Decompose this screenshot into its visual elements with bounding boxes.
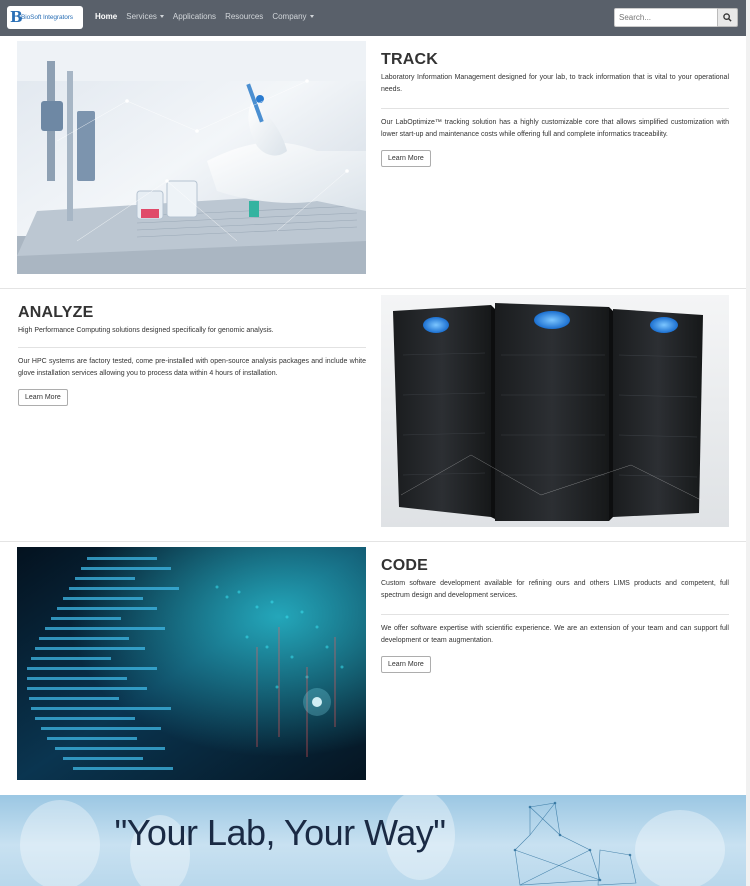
- lab-pipette-photo: [17, 41, 366, 274]
- nav-item-company[interactable]: Company: [272, 12, 314, 21]
- brand-logo[interactable]: B BioSoft Integrators: [7, 6, 83, 29]
- search-input[interactable]: [614, 8, 718, 27]
- brand-name: BioSoft Integrators: [21, 14, 73, 21]
- code-world-map-photo: [17, 547, 366, 780]
- nav-item-services[interactable]: Services: [126, 12, 164, 21]
- nav-item-label: Resources: [225, 12, 264, 21]
- caret-down-icon: [309, 15, 314, 18]
- section-body: Our LabOptimize™ tracking solution has a…: [381, 119, 729, 138]
- hpc-servers-photo: [381, 295, 729, 527]
- section-lead: Laboratory Information Management design…: [381, 74, 729, 93]
- analyze-section: ANALYZE High Performance Computing solut…: [18, 304, 366, 406]
- section-body: Our HPC systems are factory tested, come…: [18, 358, 366, 377]
- code-section: CODE Custom software development availab…: [381, 557, 729, 673]
- section-separator: [0, 288, 746, 289]
- nav-item-home[interactable]: Home: [95, 12, 117, 21]
- nav-item-label: Company: [272, 12, 307, 21]
- biosoft-logo-icon: B: [10, 8, 23, 26]
- learn-more-button[interactable]: Learn More: [18, 389, 68, 406]
- top-navbar: B BioSoft Integrators Home Services Appl…: [0, 0, 746, 36]
- main-nav: Home Services Applications Resources Com…: [95, 12, 323, 21]
- nav-item-applications[interactable]: Applications: [173, 12, 216, 21]
- nav-item-label: Applications: [172, 12, 217, 21]
- section-divider: [381, 108, 729, 109]
- section-divider: [18, 347, 366, 348]
- section-lead: High Performance Computing solutions des…: [18, 327, 274, 334]
- learn-more-button[interactable]: Learn More: [381, 656, 431, 673]
- section-title: TRACK: [381, 51, 438, 68]
- learn-more-button[interactable]: Learn More: [381, 150, 431, 167]
- section-separator: [0, 541, 746, 542]
- search-icon: [723, 13, 732, 22]
- nav-item-label: Services: [126, 12, 157, 21]
- section-title: ANALYZE: [18, 304, 94, 321]
- nav-item-resources[interactable]: Resources: [225, 12, 263, 21]
- section-lead: Custom software development available fo…: [381, 580, 729, 599]
- track-section: TRACK Laboratory Information Management …: [381, 51, 729, 167]
- page-scroll-edge: [746, 0, 750, 886]
- hero-banner: "Your Lab, Your Way": [0, 795, 746, 886]
- nav-item-label: Home: [95, 12, 118, 21]
- banner-quote: "Your Lab, Your Way": [114, 812, 446, 853]
- section-divider: [381, 614, 729, 615]
- caret-down-icon: [159, 15, 164, 18]
- section-body: We offer software expertise with scienti…: [381, 625, 729, 644]
- search-button[interactable]: [717, 8, 738, 27]
- section-title: CODE: [381, 557, 429, 574]
